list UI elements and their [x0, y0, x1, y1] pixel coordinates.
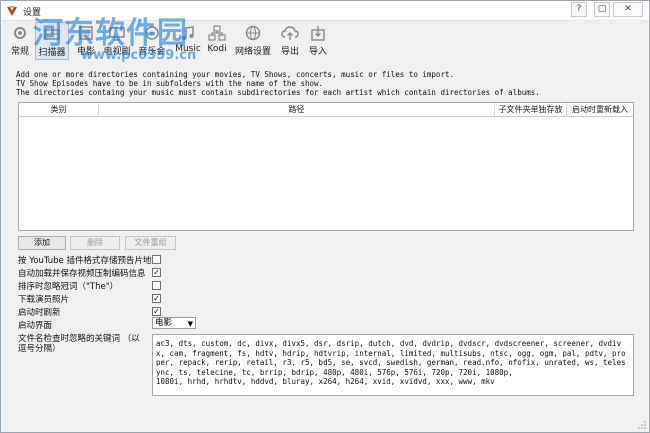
ignore-keywords-label: 文件名检查时忽略的关键词 （以逗号分隔） — [18, 334, 140, 354]
tab-concerts-label: 音乐会 — [138, 47, 166, 57]
option-ignore-articles-label: 排序时忽略冠词（"The"） — [18, 282, 119, 292]
option-refresh-on-startup-checkbox[interactable]: ✓ — [152, 307, 161, 316]
maximize-button[interactable]: ▢ — [594, 2, 610, 17]
option-ignore-articles-checkbox[interactable] — [152, 281, 161, 290]
scanner-icon — [44, 29, 60, 40]
tab-export-label: 导出 — [280, 47, 299, 57]
option-youtube-trailer-label: 按 YouTube 插件格式存储预告片地址 — [18, 256, 160, 266]
tab-concerts[interactable]: 音乐会 — [136, 22, 168, 60]
tab-tvshows-label: 电视剧 — [103, 47, 131, 57]
tab-scanner[interactable]: 扫描器 — [35, 22, 69, 60]
tab-music-label: Music — [175, 44, 201, 54]
startup-screen-value: 电影 — [155, 318, 173, 328]
description-line-3: The directories containg your music must… — [16, 88, 540, 97]
chevron-down-icon: ▼ — [187, 320, 193, 328]
title-bar: 设置 ? ▢ ✕ — [1, 1, 649, 21]
column-path[interactable]: 路径 — [99, 103, 495, 117]
music-icon — [182, 26, 194, 40]
ignore-keywords-textarea[interactable]: ac3, dts, custom, dc, divx, divx5, dsr, … — [152, 334, 634, 396]
description-line-2: TV Show Episodes have to be in subfolder… — [16, 79, 324, 88]
remove-button[interactable]: 删除 — [70, 236, 120, 250]
option-codec-info-label: 自动加载并保存视频压制编码信息 — [18, 269, 146, 279]
globe-icon — [245, 25, 261, 41]
directories-description: Add one or more directories containing y… — [16, 70, 540, 97]
description-line-1: Add one or more directories containing y… — [16, 70, 454, 79]
tab-movies[interactable]: 电影 — [73, 22, 99, 60]
gear-icon — [14, 27, 26, 39]
tab-general-label: 常规 — [10, 47, 29, 57]
option-actor-photos-checkbox[interactable]: ✓ — [152, 294, 161, 303]
tab-music[interactable]: Music — [173, 22, 203, 60]
tab-kodi-label: Kodi — [207, 44, 227, 54]
option-youtube-trailer-checkbox[interactable] — [152, 255, 161, 264]
table-header: 类别 路径 子文件夹单独存放 启动时重新载入 — [19, 103, 633, 117]
tab-movies-label: 电影 — [76, 47, 95, 57]
app-logo-icon — [7, 6, 17, 16]
tab-network[interactable]: 网络设置 — [234, 22, 272, 60]
network-icon — [208, 25, 226, 41]
directories-table[interactable]: 类别 路径 子文件夹单独存放 启动时重新载入 — [18, 102, 634, 231]
tab-general[interactable]: 常规 — [7, 22, 33, 60]
import-icon — [311, 26, 325, 41]
tab-tvshows[interactable]: 电视剧 — [101, 22, 133, 60]
resize-grip-icon[interactable] — [638, 421, 646, 429]
add-button[interactable]: 添加 — [18, 236, 66, 250]
startup-screen-label: 启动界面 — [18, 321, 53, 331]
column-reload-on-startup[interactable]: 启动时重新载入 — [567, 103, 633, 117]
settings-toolbar: 常规 扫描器 电影 电视剧 音乐会 Music Kodi 网络设置 导出 导入 — [1, 22, 649, 62]
tab-export[interactable]: 导出 — [277, 22, 303, 60]
tab-kodi[interactable]: Kodi — [206, 22, 228, 60]
startup-screen-select[interactable]: 电影 ▼ — [152, 317, 196, 329]
regroup-button[interactable]: 文件重组 — [125, 236, 176, 250]
concert-icon — [145, 26, 159, 40]
option-refresh-on-startup-label: 启动时刷新 — [18, 308, 61, 318]
option-actor-photos-label: 下载演员照片 — [18, 295, 70, 305]
close-button[interactable]: ✕ — [613, 2, 643, 17]
tab-network-label: 网络设置 — [234, 47, 271, 57]
tab-import[interactable]: 导入 — [305, 22, 331, 60]
window-title: 设置 — [23, 8, 42, 18]
help-button[interactable]: ? — [571, 2, 587, 17]
film-icon — [79, 26, 93, 40]
column-category[interactable]: 类别 — [19, 103, 99, 117]
cloud-upload-icon — [281, 26, 299, 40]
tab-import-label: 导入 — [308, 47, 327, 57]
tv-icon — [109, 27, 125, 41]
tab-scanner-label: 扫描器 — [38, 48, 66, 58]
column-separate-folders[interactable]: 子文件夹单独存放 — [495, 103, 567, 117]
option-codec-info-checkbox[interactable]: ✓ — [152, 268, 161, 277]
settings-window: 设置 ? ▢ ✕ 河东软件园 www.pc0359.cn 常规 扫描器 电影 电… — [0, 0, 650, 433]
